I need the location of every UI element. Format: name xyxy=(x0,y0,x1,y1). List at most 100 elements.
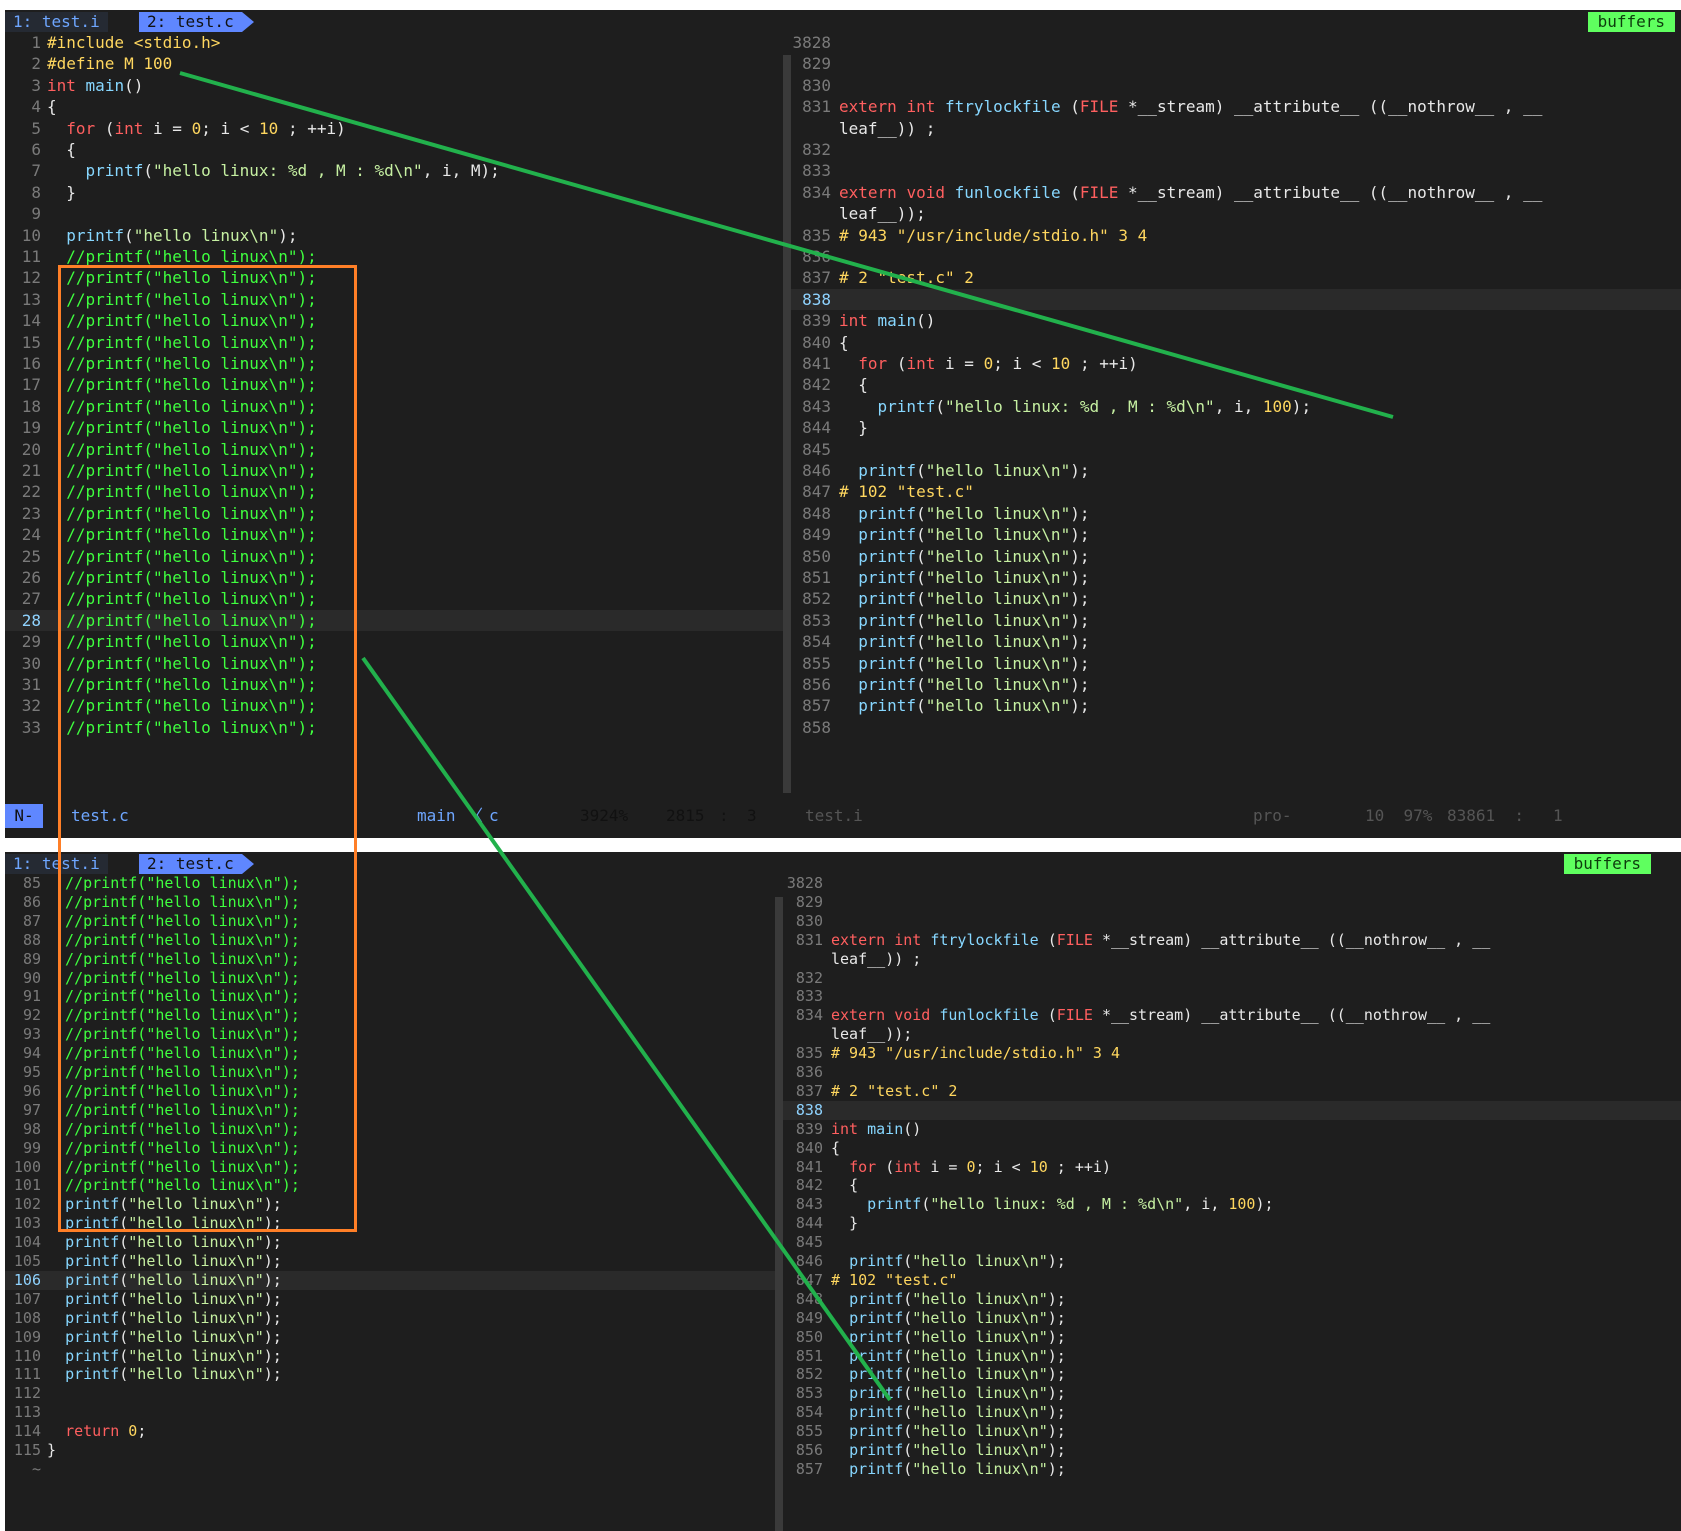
code-line[interactable]: 850 printf("hello linux\n"); xyxy=(783,1328,1681,1347)
code-line[interactable]: 853 printf("hello linux\n"); xyxy=(783,1384,1681,1403)
code-line[interactable]: 835 # 943 "/usr/include/stdio.h" 3 4 xyxy=(783,1044,1681,1063)
code-line[interactable]: 112 xyxy=(5,1384,775,1403)
code-line[interactable]: 854 printf("hello linux\n"); xyxy=(783,1403,1681,1422)
code-line[interactable]: 839 int main() xyxy=(791,310,1681,331)
code-line[interactable]: 854 printf("hello linux\n"); xyxy=(791,631,1681,652)
code-line[interactable]: 113 xyxy=(5,1403,775,1422)
code-line[interactable]: 856 printf("hello linux\n"); xyxy=(791,674,1681,695)
code-line[interactable]: 833 xyxy=(783,987,1681,1006)
code-line[interactable]: 837 # 2 "test.c" 2 xyxy=(783,1082,1681,1101)
code-line[interactable]: 846 printf("hello linux\n"); xyxy=(783,1252,1681,1271)
code-line[interactable]: 104 printf("hello linux\n"); xyxy=(5,1233,775,1252)
code-line[interactable]: 107 printf("hello linux\n"); xyxy=(5,1290,775,1309)
code-text: # 943 "/usr/include/stdio.h" 3 4 xyxy=(831,1044,1120,1063)
vertical-split-divider[interactable] xyxy=(783,55,791,793)
code-line[interactable]: 834 extern void funlockfile (FILE *__stre… xyxy=(783,1006,1681,1025)
tab-test-i[interactable]: 1: test.i xyxy=(5,12,108,32)
right-pane-test-i[interactable]: 3828 829 830 831 extern int ftrylockfile (FI… xyxy=(783,874,1681,1531)
code-line[interactable]: leaf__)); xyxy=(783,1025,1681,1044)
code-line[interactable]: 839 int main() xyxy=(783,1120,1681,1139)
code-line[interactable]: 841 for (int i = 0; i < 10 ; ++i) xyxy=(791,353,1681,374)
code-line[interactable]: 6 { xyxy=(5,139,783,160)
code-line[interactable]: 831 extern int ftrylockfile (FILE *__stre… xyxy=(791,96,1681,117)
code-line[interactable]: 855 printf("hello linux\n"); xyxy=(791,653,1681,674)
code-text: printf("hello linux\n"); xyxy=(849,1308,1066,1327)
code-line[interactable]: 853 printf("hello linux\n"); xyxy=(791,610,1681,631)
code-line[interactable]: 855 printf("hello linux\n"); xyxy=(783,1422,1681,1441)
code-line[interactable]: leaf__)); xyxy=(791,203,1681,224)
code-line[interactable]: 829 xyxy=(783,893,1681,912)
code-line[interactable]: 843 printf("hello linux: %d , M : %d\n",… xyxy=(783,1195,1681,1214)
code-line[interactable]: 848 printf("hello linux\n"); xyxy=(783,1290,1681,1309)
code-line[interactable]: 842 { xyxy=(783,1176,1681,1195)
code-line[interactable]: 856 printf("hello linux\n"); xyxy=(783,1441,1681,1460)
code-line[interactable]: 857 printf("hello linux\n"); xyxy=(783,1460,1681,1479)
code-line[interactable]: 115} xyxy=(5,1441,775,1460)
code-line[interactable]: 835 # 943 "/usr/include/stdio.h" 3 4 xyxy=(791,225,1681,246)
code-line[interactable]: 8 } xyxy=(5,182,783,203)
code-line[interactable]: 7 printf("hello linux: %d , M : %d\n", i… xyxy=(5,160,783,181)
code-line[interactable]: 114 return 0; xyxy=(5,1422,775,1441)
code-line[interactable]: 840 { xyxy=(783,1139,1681,1158)
code-line[interactable]: 2 #define M 100 xyxy=(5,53,783,74)
code-line[interactable]: 845 xyxy=(791,439,1681,460)
code-line[interactable]: 836 xyxy=(791,246,1681,267)
code-line[interactable]: 10 printf("hello linux\n"); xyxy=(5,225,783,246)
code-line[interactable]: 837 # 2 "test.c" 2 xyxy=(791,267,1681,288)
code-line[interactable]: 840 { xyxy=(791,332,1681,353)
tab-test-c[interactable]: 2: test.c xyxy=(139,12,254,32)
code-line[interactable]: 852 printf("hello linux\n"); xyxy=(791,588,1681,609)
code-line[interactable]: 1 #include <stdio.h> xyxy=(5,32,783,53)
code-text: printf("hello linux\n"); xyxy=(849,1422,1066,1441)
code-line[interactable]: 847 # 102 "test.c" xyxy=(791,481,1681,502)
code-line[interactable]: 111 printf("hello linux\n"); xyxy=(5,1365,775,1384)
buffers-label[interactable]: buffers xyxy=(1587,12,1675,32)
code-line[interactable]: 830 xyxy=(791,75,1681,96)
current-line[interactable]: 106 printf("hello linux\n"); xyxy=(5,1270,775,1290)
code-line[interactable]: 831 extern int ftrylockfile (FILE *__stre… xyxy=(783,931,1681,950)
right-pane-test-i[interactable]: 3828 829 830 831 extern int ftrylockfile (FI… xyxy=(791,32,1681,814)
code-line[interactable]: 848 printf("hello linux\n"); xyxy=(791,503,1681,524)
code-line[interactable]: ~ xyxy=(5,1460,775,1479)
code-line[interactable]: 849 printf("hello linux\n"); xyxy=(791,524,1681,545)
code-line[interactable]: 847 # 102 "test.c" xyxy=(783,1271,1681,1290)
code-line[interactable]: 841 for (int i = 0; i < 10 ; ++i) xyxy=(783,1158,1681,1177)
code-line[interactable]: 842 { xyxy=(791,374,1681,395)
code-line[interactable]: 851 printf("hello linux\n"); xyxy=(791,567,1681,588)
code-line[interactable]: 108 printf("hello linux\n"); xyxy=(5,1309,775,1328)
code-line[interactable]: 830 xyxy=(783,912,1681,931)
code-line[interactable]: 849 printf("hello linux\n"); xyxy=(783,1309,1681,1328)
code-line[interactable]: 850 printf("hello linux\n"); xyxy=(791,546,1681,567)
line-number: 28 xyxy=(21,610,41,630)
code-line[interactable]: 834 extern void funlockfile (FILE *__stre… xyxy=(791,182,1681,203)
code-line[interactable]: 832 xyxy=(783,969,1681,988)
code-line[interactable]: 836 xyxy=(783,1063,1681,1082)
code-line[interactable]: 109 printf("hello linux\n"); xyxy=(5,1328,775,1347)
code-line[interactable]: 9 xyxy=(5,203,783,224)
code-line[interactable]: 5 for (int i = 0; i < 10 ; ++i) xyxy=(5,118,783,139)
code-line[interactable]: 832 xyxy=(791,139,1681,160)
code-line[interactable]: 852 printf("hello linux\n"); xyxy=(783,1365,1681,1384)
current-line[interactable]: 838 xyxy=(791,288,1681,311)
code-line[interactable]: 110 printf("hello linux\n"); xyxy=(5,1347,775,1366)
code-line[interactable]: 3828 xyxy=(783,874,1681,893)
code-line[interactable]: 829 xyxy=(791,53,1681,74)
code-line[interactable]: 833 xyxy=(791,160,1681,181)
code-line[interactable]: 845 xyxy=(783,1233,1681,1252)
code-line[interactable]: 3 int main() xyxy=(5,75,783,96)
code-line[interactable]: 844 } xyxy=(791,417,1681,438)
code-line[interactable]: 4{ xyxy=(5,96,783,117)
code-line[interactable]: 105 printf("hello linux\n"); xyxy=(5,1252,775,1271)
code-line[interactable]: 843 printf("hello linux: %d , M : %d\n",… xyxy=(791,396,1681,417)
code-line[interactable]: leaf__)) ; xyxy=(791,118,1681,139)
code-line[interactable]: 857 printf("hello linux\n"); xyxy=(791,695,1681,716)
buffers-label[interactable]: buffers xyxy=(1563,854,1651,874)
vertical-split-divider[interactable] xyxy=(775,897,783,1531)
code-line[interactable]: 858 xyxy=(791,717,1681,738)
current-line[interactable]: 838 xyxy=(783,1100,1681,1120)
code-line[interactable]: 846 printf("hello linux\n"); xyxy=(791,460,1681,481)
code-line[interactable]: leaf__)) ; xyxy=(783,950,1681,969)
code-line[interactable]: 844 } xyxy=(783,1214,1681,1233)
code-line[interactable]: 851 printf("hello linux\n"); xyxy=(783,1347,1681,1366)
code-line[interactable]: 3828 xyxy=(791,32,1681,53)
